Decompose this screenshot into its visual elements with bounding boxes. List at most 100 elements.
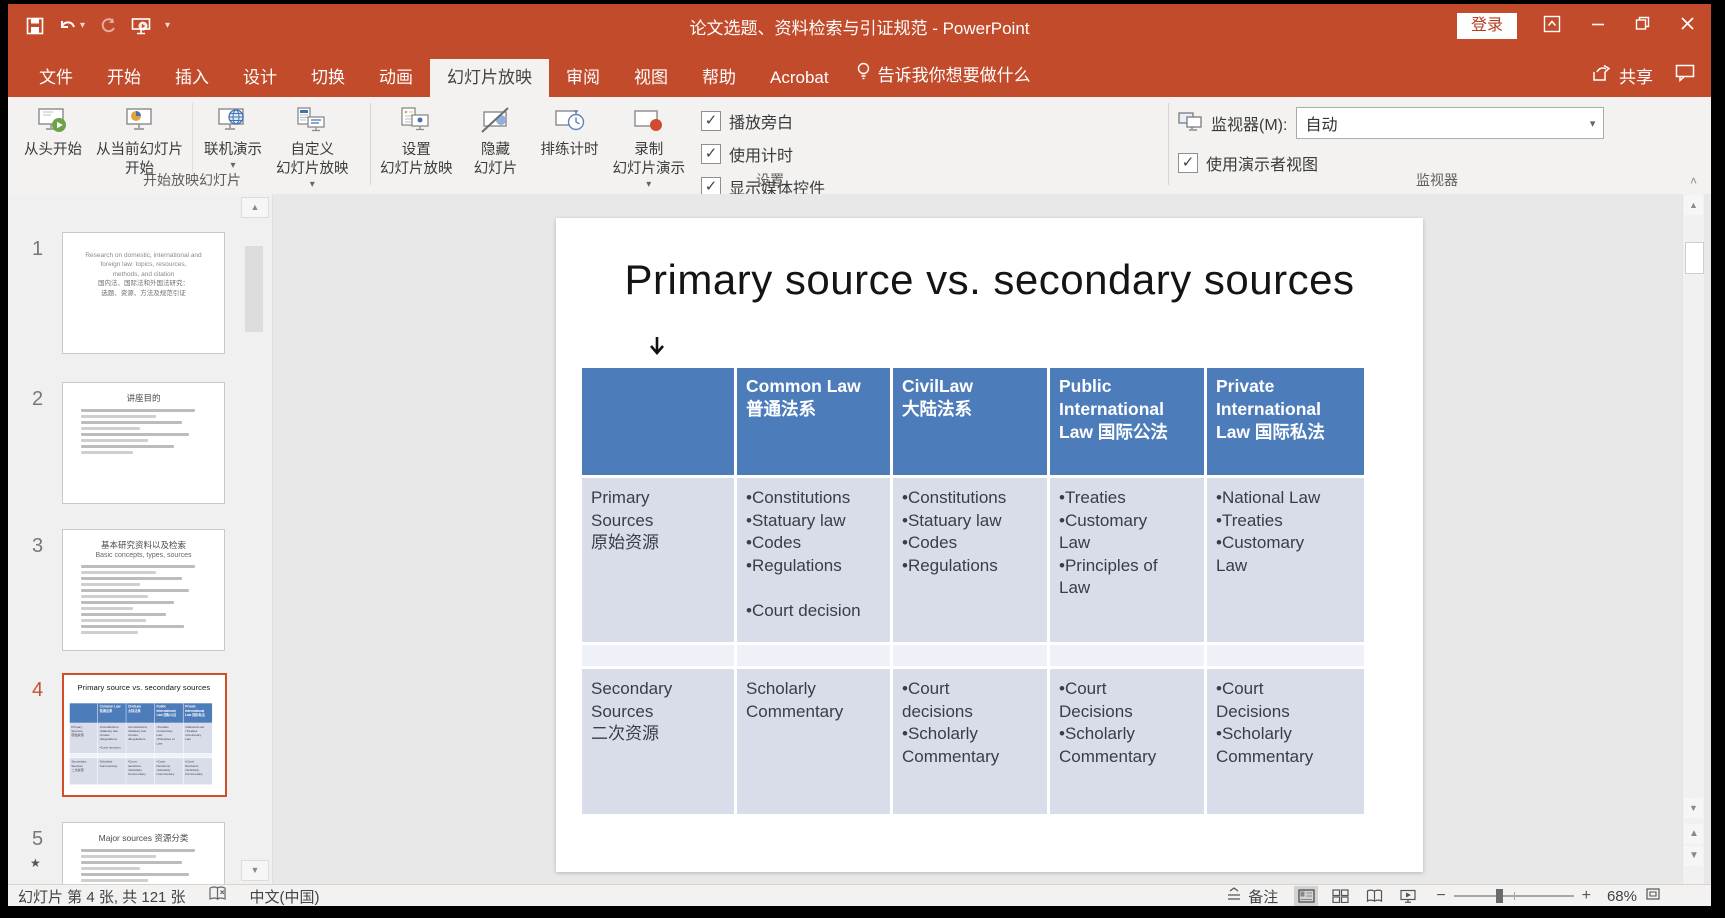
setup-slideshow-button[interactable]: 设置 幻灯片放映: [374, 101, 459, 181]
tab-帮助[interactable]: 帮助: [685, 59, 753, 97]
rehearse-timings-button[interactable]: 排练计时: [533, 101, 607, 162]
undo-icon[interactable]: ▾: [58, 18, 85, 34]
slide-thumbnail-5[interactable]: Major sources 资源分类: [62, 822, 225, 884]
checkbox-checked-icon: ✓: [701, 144, 721, 164]
previous-slide-icon[interactable]: ▲: [1684, 824, 1703, 844]
present-online-button[interactable]: 联机演示▾: [196, 101, 270, 173]
scroll-up-icon[interactable]: ▲: [1684, 195, 1703, 215]
zoom-control: − + 68%: [1436, 887, 1661, 905]
thumbnail-row-2: 2 讲座目的: [8, 382, 238, 506]
share-button[interactable]: 共享: [1592, 63, 1653, 88]
view-normal-icon[interactable]: [1294, 886, 1318, 906]
ribbon-options-icon[interactable]: [1543, 15, 1561, 38]
play-from-start-button[interactable]: 从头开始: [16, 101, 90, 162]
slide-thumbnail-3[interactable]: 基本研究资料以及检索Basic concepts, types, sources: [62, 529, 225, 651]
scroll-down-icon[interactable]: ▼: [241, 860, 269, 881]
checkbox-label: 播放旁白: [729, 109, 793, 133]
status-bar: 幻灯片 第 4 张, 共 121 张 中文(中国) 备注 − +: [8, 884, 1711, 906]
window-title: 论文选题、资料检索与引证规范 - PowerPoint: [8, 4, 1711, 48]
restore-button[interactable]: [1635, 16, 1650, 36]
checkbox-使用计时[interactable]: ✓使用计时: [701, 142, 825, 166]
language-indicator[interactable]: 中文(中国): [250, 886, 320, 907]
view-reading-icon[interactable]: [1362, 886, 1386, 906]
monitor-dropdown[interactable]: 自动 ▾: [1296, 107, 1604, 139]
scroll-up-icon[interactable]: ▲: [241, 197, 269, 218]
slide-table[interactable]: Common Law 普通法系CivilLaw 大陆法系Public Inter…: [582, 368, 1364, 814]
slide-thumbnail-2[interactable]: 讲座目的: [62, 382, 225, 504]
tab-审阅[interactable]: 审阅: [549, 59, 617, 97]
tab-list: 文件开始插入设计切换动画幻灯片放映审阅视图帮助Acrobat告诉我你想要做什么: [22, 51, 1045, 97]
tab-插入[interactable]: 插入: [158, 59, 226, 97]
current-slide[interactable]: Primary source vs. secondary sources Comm…: [556, 218, 1423, 872]
slideshow-icon[interactable]: [131, 17, 151, 35]
thumbnail-title: 基本研究资料以及检索: [63, 540, 224, 551]
thumbnail-scrollbar[interactable]: ▲ ▼: [238, 194, 273, 884]
slide-thumbnail-4[interactable]: Primary source vs. secondary sourcesComm…: [62, 673, 227, 797]
play-from-current-button[interactable]: 从当前幻灯片 开始: [90, 101, 189, 181]
table-cell: Scholarly Commentary: [737, 669, 893, 814]
save-icon[interactable]: [26, 17, 44, 35]
zoom-out-icon[interactable]: −: [1436, 888, 1445, 904]
tab-切换[interactable]: 切换: [294, 59, 362, 97]
table-cell: •Court decisions •Scholarly Commentary: [893, 669, 1050, 814]
slide-number: 5: [32, 828, 43, 851]
zoom-percentage[interactable]: 68%: [1599, 888, 1637, 905]
slide-thumbnail-1[interactable]: Research on domestic, international andf…: [62, 232, 225, 354]
next-slide-icon[interactable]: ▼: [1684, 846, 1703, 866]
collapse-ribbon-icon[interactable]: ˄: [1690, 174, 1697, 188]
tab-文件[interactable]: 文件: [22, 59, 90, 97]
scroll-down-icon[interactable]: ▼: [1684, 798, 1703, 818]
slide-title[interactable]: Primary source vs. secondary sources: [556, 256, 1423, 304]
close-button[interactable]: [1680, 16, 1695, 36]
chevron-down-icon: ▾: [1590, 117, 1596, 130]
slide-title: Primary source vs. secondary sources: [65, 683, 223, 692]
zoom-slider-thumb[interactable]: [1496, 889, 1503, 903]
custom-slideshow-icon: [295, 103, 329, 139]
view-slide-sorter-icon[interactable]: [1328, 886, 1352, 906]
table-cell: •National Law •Treaties •Customary Law: [183, 723, 212, 753]
table-row-label: Secondary Sources 二次资源: [582, 669, 737, 814]
scrollbar-thumb[interactable]: [245, 246, 263, 332]
zoom-slider[interactable]: [1454, 889, 1574, 903]
zoom-in-icon[interactable]: +: [1582, 888, 1591, 904]
tab-Acrobat[interactable]: Acrobat: [753, 59, 846, 97]
button-label: 从头开始: [24, 141, 82, 160]
notes-toggle[interactable]: 备注: [1226, 886, 1278, 907]
share-icon: [1592, 64, 1612, 87]
tab-幻灯片放映[interactable]: 幻灯片放映: [430, 59, 549, 97]
hide-slide-button[interactable]: 隐藏 幻灯片: [459, 101, 533, 181]
table-cell: •Court Decisions •Scholarly Commentary: [1050, 669, 1207, 814]
tell-me-search[interactable]: 告诉我你想要做什么: [846, 51, 1045, 97]
login-button[interactable]: 登录: [1457, 13, 1517, 39]
group-separator: [1168, 103, 1169, 185]
view-slideshow-icon[interactable]: [1396, 886, 1420, 906]
table-cell: •Constitutions •Statuary law •Codes •Reg…: [893, 478, 1050, 645]
spell-check-icon[interactable]: [208, 886, 228, 906]
table-header-cell: Common Law 普通法系: [737, 368, 893, 478]
hide-slide-icon: [479, 103, 513, 139]
fit-to-window-icon[interactable]: [1645, 887, 1661, 905]
monitor-icon: [1178, 111, 1202, 136]
checkbox-播放旁白[interactable]: ✓播放旁白: [701, 109, 825, 133]
table-cell: •National Law •Treaties •Customary Law: [1207, 478, 1364, 645]
table-cell: •Constitutions •Statuary law •Codes •Reg…: [737, 478, 893, 645]
table-spacer-cell: [737, 645, 893, 669]
customize-qat-icon[interactable]: ▾: [165, 21, 170, 31]
minimize-button[interactable]: [1591, 17, 1605, 36]
main-scrollbar[interactable]: ▲ ▼ ▲ ▼: [1682, 194, 1704, 884]
group-label-start-slideshow: 开始放映幻灯片: [16, 170, 368, 190]
scrollbar-thumb[interactable]: [1685, 242, 1704, 274]
slide-number: 1: [32, 238, 43, 261]
redo-icon[interactable]: [99, 18, 117, 34]
tab-开始[interactable]: 开始: [90, 59, 158, 97]
setup-slideshow-icon: [399, 103, 433, 139]
slide-number: 2: [32, 388, 43, 411]
comment-icon[interactable]: [1675, 64, 1695, 87]
tab-设计[interactable]: 设计: [226, 59, 294, 97]
tab-视图[interactable]: 视图: [617, 59, 685, 97]
tab-动画[interactable]: 动画: [362, 59, 430, 97]
slide-number: 3: [32, 535, 43, 558]
slide-counter: 幻灯片 第 4 张, 共 121 张: [18, 886, 186, 907]
thumbnail-title: Major sources 资源分类: [63, 833, 224, 844]
table-cell: •Court Decisions •Scholarly Commentary: [1207, 669, 1364, 814]
